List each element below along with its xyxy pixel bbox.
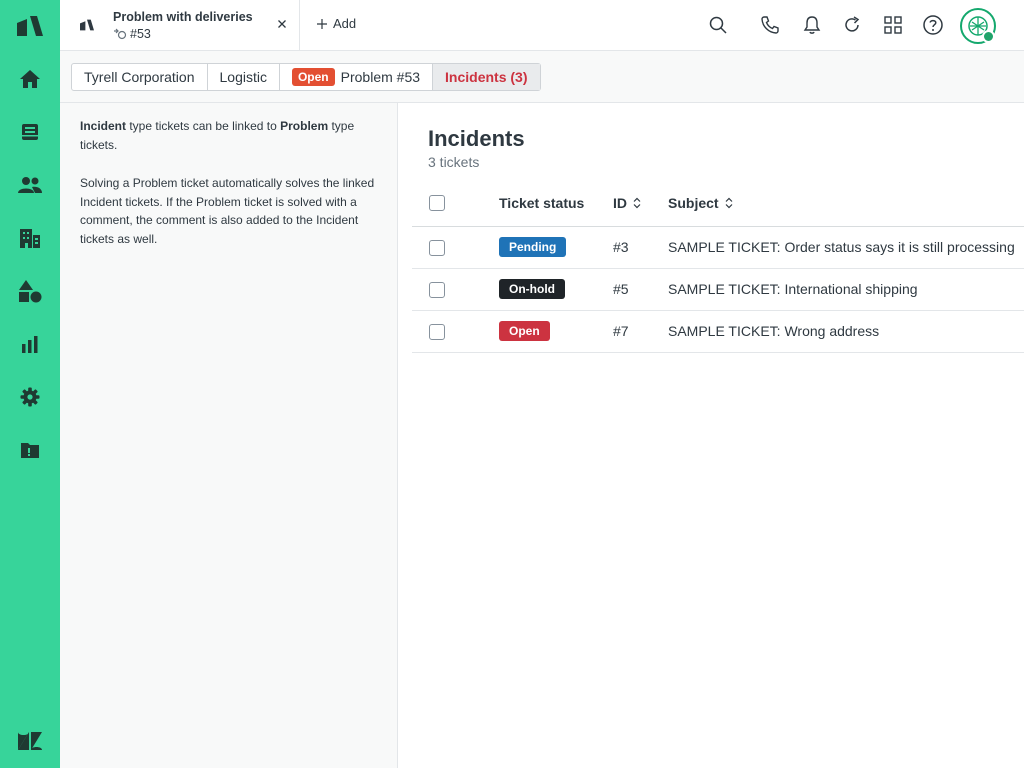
status-badge: Open bbox=[499, 321, 550, 341]
help-icon[interactable] bbox=[921, 13, 945, 37]
column-header-status: Ticket status bbox=[499, 195, 585, 211]
tab-ticket-ref: #53 bbox=[113, 27, 151, 41]
breadcrumb-incidents[interactable]: Incidents (3) bbox=[433, 64, 540, 90]
inbox-icon[interactable] bbox=[0, 110, 60, 154]
tab-title: Problem with deliveries bbox=[113, 10, 253, 24]
column-header-subject[interactable]: Subject bbox=[668, 195, 734, 211]
search-icon[interactable] bbox=[706, 13, 730, 37]
apps-grid-icon[interactable] bbox=[881, 13, 905, 37]
refresh-icon[interactable] bbox=[840, 13, 864, 37]
status-badge: On-hold bbox=[499, 279, 565, 299]
breadcrumb-problem-ticket[interactable]: Open Problem #53 bbox=[280, 64, 434, 90]
breadcrumb-group[interactable]: Logistic bbox=[208, 64, 280, 90]
breadcrumb: Tyrell Corporation Logistic Open Problem… bbox=[71, 63, 541, 91]
breadcrumb-organization[interactable]: Tyrell Corporation bbox=[72, 64, 208, 90]
ticket-id: #5 bbox=[613, 281, 629, 297]
ticket-subject[interactable]: SAMPLE TICKET: Order status says it is s… bbox=[668, 239, 1015, 255]
table-row[interactable]: Pending #3 SAMPLE TICKET: Order status s… bbox=[412, 227, 1024, 269]
status-badge: Pending bbox=[499, 237, 567, 257]
ticket-subject[interactable]: SAMPLE TICKET: International shipping bbox=[668, 281, 918, 297]
info-text-solving: Solving a Problem ticket automatically s… bbox=[80, 176, 375, 246]
ticket-id: #3 bbox=[613, 239, 629, 255]
column-header-id[interactable]: ID bbox=[613, 195, 642, 211]
ticket-count: 3 tickets bbox=[428, 154, 480, 170]
table-row[interactable]: On-hold #5 SAMPLE TICKET: International … bbox=[412, 269, 1024, 311]
info-text-linking: Incident type tickets can be linked to P… bbox=[80, 119, 355, 152]
info-panel: Incident type tickets can be linked to P… bbox=[60, 103, 398, 768]
plus-icon bbox=[317, 18, 327, 29]
table-row[interactable]: Open #7 SAMPLE TICKET: Wrong address bbox=[412, 311, 1024, 353]
phone-icon[interactable] bbox=[758, 13, 782, 37]
close-tab-icon[interactable] bbox=[275, 17, 289, 31]
home-icon[interactable] bbox=[0, 57, 60, 101]
page-title: Incidents bbox=[428, 126, 525, 151]
users-icon[interactable] bbox=[0, 163, 60, 207]
ticket-id: #7 bbox=[613, 323, 629, 339]
open-status-badge: Open bbox=[291, 68, 335, 86]
incidents-table: Ticket status ID Subject Pending #3 SAMP… bbox=[412, 183, 1024, 353]
gear-icon[interactable] bbox=[0, 375, 60, 419]
ticket-tab[interactable]: Problem with deliveries #53 bbox=[60, 0, 300, 50]
bell-icon[interactable] bbox=[800, 13, 824, 37]
presence-indicator bbox=[982, 30, 995, 43]
table-header: Ticket status ID Subject bbox=[412, 183, 1024, 227]
row-checkbox[interactable] bbox=[429, 240, 445, 256]
building-icon[interactable] bbox=[0, 216, 60, 260]
linked-ticket-icon bbox=[114, 28, 127, 40]
top-bar: Problem with deliveries #53 Add bbox=[60, 0, 1024, 51]
tab-logo-icon bbox=[80, 18, 94, 37]
bar-chart-icon[interactable] bbox=[0, 322, 60, 366]
shapes-icon[interactable] bbox=[0, 269, 60, 313]
select-all-checkbox[interactable] bbox=[429, 195, 445, 211]
add-tab-button[interactable]: Add bbox=[317, 16, 356, 31]
ticket-subject[interactable]: SAMPLE TICKET: Wrong address bbox=[668, 323, 879, 339]
row-checkbox[interactable] bbox=[429, 324, 445, 340]
row-checkbox[interactable] bbox=[429, 282, 445, 298]
zendesk-logo-icon[interactable] bbox=[0, 4, 60, 48]
breadcrumb-bar: Tyrell Corporation Logistic Open Problem… bbox=[60, 51, 1024, 103]
sort-icon bbox=[725, 197, 733, 209]
folder-icon[interactable] bbox=[0, 428, 60, 472]
zendesk-footer-logo-icon[interactable] bbox=[0, 719, 60, 763]
sort-icon bbox=[633, 197, 641, 209]
main-content: Incidents 3 tickets Ticket status ID Sub… bbox=[398, 103, 1024, 768]
left-rail bbox=[0, 0, 60, 768]
